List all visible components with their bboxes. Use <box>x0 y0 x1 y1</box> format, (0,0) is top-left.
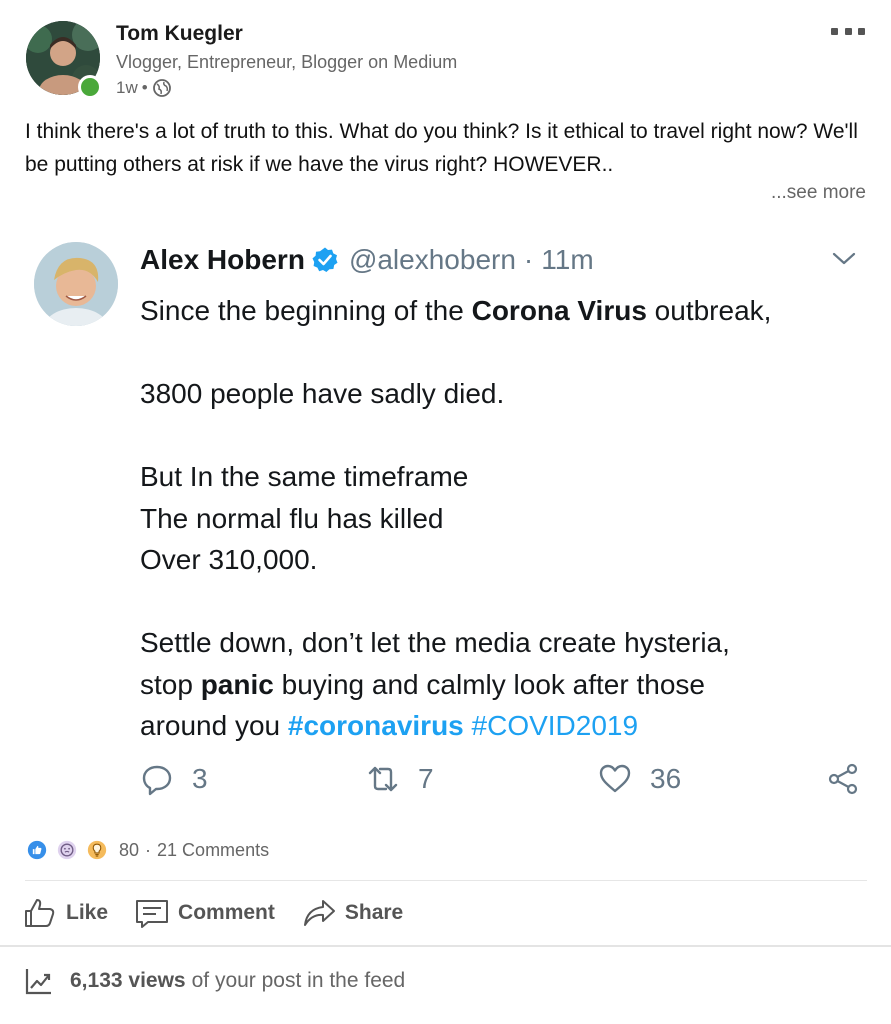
post-time: 1w <box>116 78 138 97</box>
reaction-icons <box>25 838 109 862</box>
share-nodes-icon <box>828 763 858 795</box>
post-text: I think there's a lot of truth to this. … <box>25 120 858 176</box>
post-meta: 1w • <box>116 78 172 98</box>
post-action-bar: Like Comment Share <box>22 890 429 936</box>
tweet-line: stop panic buying and calmly look after … <box>140 668 705 700</box>
share-button[interactable]: Share <box>301 895 403 931</box>
tweet-author-handle[interactable]: @alexhobern <box>349 244 516 276</box>
like-reaction-icon <box>25 838 49 862</box>
tweet-share-button[interactable] <box>826 762 860 796</box>
tweet-actions: 3 7 36 <box>140 762 860 802</box>
tweet-body: Since the beginning of the Corona Virus … <box>140 290 860 747</box>
tweet-retweet-button[interactable]: 7 <box>366 762 434 796</box>
tweet-author-avatar <box>34 242 118 326</box>
tweet-header: Alex Hobern @alexhobern · 11m <box>140 244 594 276</box>
author-avatar[interactable] <box>26 21 102 99</box>
tweet-author-name[interactable]: Alex Hobern <box>140 244 305 276</box>
comments-count[interactable]: 21 Comments <box>157 840 269 861</box>
tweet-line: Since the beginning of the Corona Virus … <box>140 295 772 326</box>
tweet-line: But In the same timeframe <box>140 461 469 492</box>
online-status-dot <box>78 75 102 99</box>
tweet-line: around you #coronavirus #COVID2019 <box>140 710 639 741</box>
social-counts[interactable]: 80 · 21 Comments <box>25 838 269 862</box>
retweet-count: 7 <box>418 763 434 794</box>
reactions-count[interactable]: 80 <box>119 840 139 861</box>
verified-badge-icon <box>312 247 338 272</box>
heart-icon <box>599 764 631 793</box>
tweet-reply-button[interactable]: 3 <box>140 762 208 796</box>
meta-bullet: • <box>141 78 148 97</box>
embedded-tweet[interactable]: Alex Hobern @alexhobern · 11m Since the … <box>30 232 865 822</box>
author-name[interactable]: Tom Kuegler <box>116 22 243 46</box>
post-header: Tom Kuegler Vlogger, Entrepreneur, Blogg… <box>26 16 871 106</box>
thumbs-up-icon <box>25 899 55 927</box>
hashtag-link[interactable]: #COVID2019 <box>472 710 639 741</box>
share-label: Share <box>344 901 404 924</box>
like-count: 36 <box>650 763 682 794</box>
comment-button[interactable]: Comment <box>134 895 275 931</box>
tweet-line: 3800 people have sadly died. <box>140 378 505 409</box>
author-headline: Vlogger, Entrepreneur, Blogger on Medium <box>116 52 458 72</box>
like-button[interactable]: Like <box>22 895 108 931</box>
tweet-line: Settle down, don’t let the media create … <box>140 627 730 658</box>
chevron-down-icon[interactable] <box>831 250 857 268</box>
views-suffix: of your post in the feed <box>191 969 406 992</box>
tweet-time[interactable]: 11m <box>541 244 593 276</box>
divider <box>0 945 891 947</box>
analytics-chart-icon <box>25 969 51 995</box>
comment-icon <box>136 900 169 928</box>
curious-reaction-icon <box>55 838 79 862</box>
share-arrow-icon <box>303 900 335 926</box>
tweet-separator: · <box>523 244 534 275</box>
insightful-reaction-icon <box>85 838 109 862</box>
like-label: Like <box>66 901 109 924</box>
counts-text: 80 · 21 Comments <box>119 840 269 861</box>
comment-label: Comment <box>178 901 275 924</box>
views-count: 6,133 views <box>70 969 186 992</box>
reply-icon <box>142 765 172 796</box>
tweet-line: The normal flu has killed <box>140 502 444 534</box>
tweet-like-button[interactable]: 36 <box>598 762 681 796</box>
post-views[interactable]: 6,133 views of your post in the feed <box>24 966 405 996</box>
more-options-icon[interactable] <box>831 28 865 36</box>
counts-dot: · <box>145 839 152 860</box>
globe-icon <box>152 79 171 97</box>
divider <box>25 880 867 881</box>
reply-count: 3 <box>192 763 208 794</box>
see-more-link[interactable]: ...see more <box>771 182 866 204</box>
hashtag-link[interactable]: #coronavirus <box>288 710 464 741</box>
retweet-icon <box>368 766 398 792</box>
tweet-line: Over 310,000. <box>140 544 318 575</box>
